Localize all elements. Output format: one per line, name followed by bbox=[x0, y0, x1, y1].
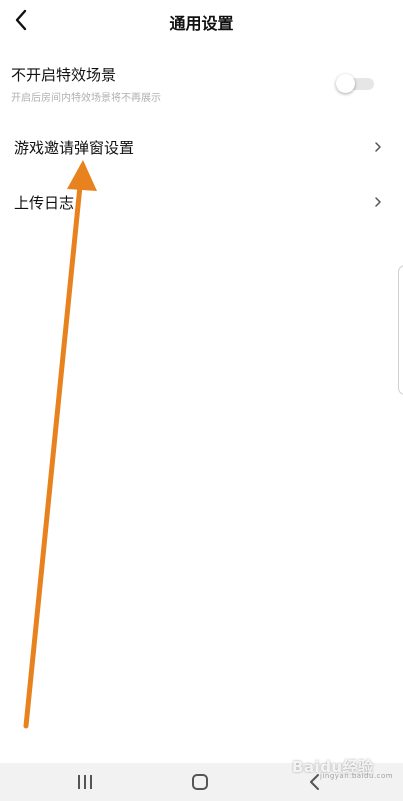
chevron-left-icon bbox=[15, 9, 27, 31]
system-navigation-bar bbox=[0, 763, 403, 801]
arrow-shaft bbox=[23, 183, 83, 729]
game-invite-popup-label: 游戏邀请弹窗设置 bbox=[14, 139, 135, 157]
back-button[interactable] bbox=[8, 6, 36, 34]
side-panel-handle[interactable] bbox=[398, 265, 403, 395]
setting-row-special-effects: 不开启特效场景 开启后房间内特效场景将不再展示 bbox=[0, 56, 403, 110]
header: 通用设置 bbox=[0, 0, 403, 44]
setting-row-game-invite-popup[interactable]: 游戏邀请弹窗设置 bbox=[0, 126, 403, 170]
special-effects-toggle[interactable] bbox=[336, 74, 376, 93]
annotation-arrow bbox=[23, 160, 97, 729]
upload-log-label: 上传日志 bbox=[14, 194, 75, 212]
special-effects-label: 不开启特效场景 bbox=[11, 66, 117, 84]
system-back-button[interactable] bbox=[302, 771, 328, 793]
back-icon bbox=[310, 774, 319, 790]
home-icon bbox=[192, 774, 208, 790]
recent-apps-button[interactable] bbox=[72, 771, 98, 793]
special-effects-description: 开启后房间内特效场景将不再展示 bbox=[11, 93, 161, 104]
chevron-right-icon bbox=[375, 142, 381, 152]
setting-row-upload-log[interactable]: 上传日志 bbox=[0, 181, 403, 225]
chevron-right-icon bbox=[375, 197, 381, 207]
home-button[interactable] bbox=[187, 771, 213, 793]
page-title: 通用设置 bbox=[169, 14, 234, 33]
recent-apps-icon bbox=[78, 775, 92, 789]
toggle-knob bbox=[336, 74, 355, 93]
